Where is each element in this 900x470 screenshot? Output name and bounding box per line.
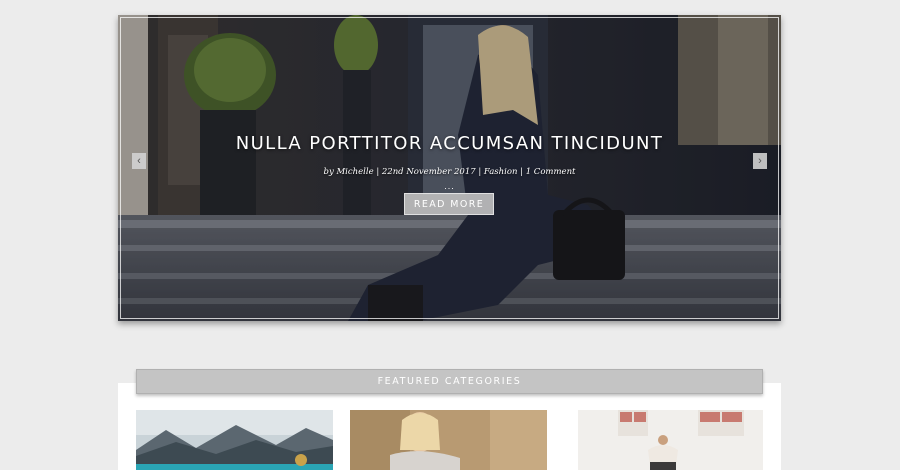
category-image [136,410,333,470]
hero-slider[interactable]: NULLA PORTTITOR ACCUMSAN TINCIDUNT by Mi… [118,15,781,321]
category-image [350,410,547,470]
featured-categories-heading-bar: FEATURED CATEGORIES [136,369,763,394]
category-card-lifestyle[interactable] [578,410,763,470]
slider-prev-button[interactable]: ‹ [132,153,146,169]
category-card-fashion[interactable] [350,410,547,470]
slide-meta: by Michelle | 22nd November 2017 | Fashi… [323,167,576,177]
featured-categories-heading: FEATURED CATEGORIES [377,376,522,387]
category-card-travel[interactable] [136,410,333,470]
slide-separator: ... [444,181,455,191]
chevron-left-icon: ‹ [137,155,141,167]
chevron-right-icon: › [758,155,762,167]
page-background [0,0,118,470]
category-image [578,410,763,470]
read-more-button[interactable]: READ MORE [404,193,494,215]
slider-next-button[interactable]: › [753,153,767,169]
slide-title[interactable]: NULLA PORTTITOR ACCUMSAN TINCIDUNT [118,133,781,154]
